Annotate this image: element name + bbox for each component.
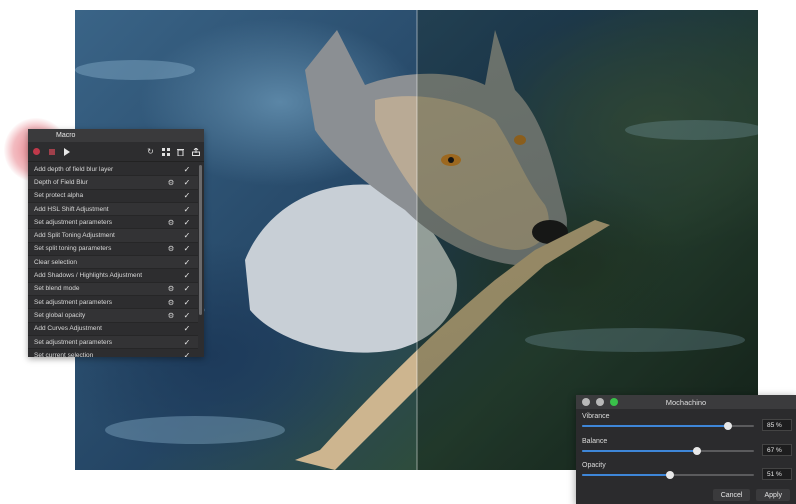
macro-titlebar: Macro — [28, 129, 204, 142]
macro-title: Macro — [56, 132, 76, 139]
macro-step-label: Set protect alpha — [34, 192, 84, 200]
opacity-label: Opacity — [582, 462, 606, 469]
macro-step-label: Set blend mode — [34, 285, 80, 293]
macro-step-row[interactable]: Add Shadows / Highlights Adjustment ✓ — [28, 269, 198, 283]
checkmark-icon[interactable]: ✓ — [182, 284, 192, 293]
vibrance-value-field[interactable]: 85 % — [762, 419, 792, 431]
checkmark-icon[interactable]: ✓ — [182, 271, 192, 280]
checkmark-icon[interactable]: ✓ — [182, 218, 192, 227]
checkmark-icon[interactable]: ✓ — [182, 351, 192, 357]
balance-slider-knob[interactable] — [693, 447, 702, 455]
checkmark-icon[interactable]: ✓ — [182, 338, 192, 347]
trash-icon[interactable] — [176, 147, 185, 156]
balance-slider[interactable] — [582, 447, 754, 455]
macro-step-label: Set adjustment parameters — [34, 218, 113, 226]
opacity-control: Opacity 51 % — [582, 462, 792, 480]
macro-step-row[interactable]: Set protect alpha ✓ — [28, 190, 198, 203]
macro-step-row[interactable]: Clear selection ✓ — [28, 256, 198, 270]
opacity-slider[interactable] — [582, 471, 754, 479]
macro-step-label: Add Split Toning Adjustment — [34, 232, 115, 240]
macro-step-row[interactable]: Set adjustment parameters ⚙ ✓ — [28, 216, 198, 230]
macro-step-label: Clear selection — [34, 258, 77, 266]
gear-icon[interactable]: ⚙ — [166, 218, 176, 227]
opacity-value-field[interactable]: 51 % — [762, 468, 792, 480]
vibrance-slider[interactable] — [582, 422, 754, 430]
macro-step-label: Depth of Field Blur — [34, 178, 88, 186]
macro-step-list: Add depth of field blur layer ✓ Depth of F… — [28, 163, 198, 357]
gear-icon[interactable]: ⚙ — [166, 284, 176, 293]
gear-icon[interactable]: ⚙ — [166, 244, 176, 253]
balance-label: Balance — [582, 438, 608, 445]
checkmark-icon[interactable]: ✓ — [182, 311, 192, 320]
macro-step-label: Add Curves Adjustment — [34, 325, 102, 333]
macro-step-row[interactable]: Add Curves Adjustment ✓ — [28, 323, 198, 336]
mochachino-titlebar: Mochachino — [576, 395, 796, 409]
macro-step-row[interactable]: Set adjustment parameters ✓ — [28, 335, 198, 350]
checkmark-icon[interactable]: ✓ — [182, 178, 192, 187]
gear-icon[interactable]: ⚙ — [166, 298, 176, 307]
mochachino-title: Mochachino — [665, 397, 707, 407]
zoom-window-icon[interactable] — [610, 398, 618, 406]
checkmark-icon[interactable]: ✓ — [182, 244, 192, 253]
export-icon[interactable] — [191, 147, 200, 156]
balance-value-field[interactable]: 67 % — [762, 444, 792, 456]
macro-step-row[interactable]: Add HSL Shift Adjustment ✓ — [28, 202, 198, 217]
macro-step-row[interactable]: Set adjustment parameters ⚙ ✓ — [28, 296, 198, 310]
gear-icon[interactable]: ⚙ — [166, 178, 176, 187]
macro-step-row[interactable]: Depth of Field Blur ⚙ ✓ — [28, 176, 198, 190]
before-after-divider[interactable] — [416, 10, 418, 470]
macro-step-row[interactable]: Set split toning parameters ⚙ ✓ — [28, 243, 198, 257]
checkmark-icon[interactable]: ✓ — [182, 165, 192, 174]
mochachino-panel: Mochachino Vibrance 85 % Balance 67 % Op… — [576, 395, 796, 504]
balance-control: Balance 67 % — [582, 438, 792, 456]
macro-step-label: Set split toning parameters — [34, 245, 112, 253]
record-icon[interactable] — [32, 147, 41, 156]
opacity-slider-knob[interactable] — [665, 471, 674, 479]
macro-step-row[interactable]: Set blend mode ⚙ ✓ — [28, 282, 198, 296]
checkmark-icon[interactable]: ✓ — [182, 191, 192, 200]
macro-step-label: Add Shadows / Highlights Adjustment — [34, 272, 143, 280]
vibrance-label: Vibrance — [582, 413, 610, 420]
vibrance-control: Vibrance 85 % — [582, 413, 792, 431]
close-window-icon[interactable] — [582, 398, 590, 406]
minimize-window-icon[interactable] — [596, 398, 604, 406]
checkmark-icon[interactable]: ✓ — [182, 298, 192, 307]
checkmark-icon[interactable]: ✓ — [182, 231, 192, 240]
gear-icon[interactable]: ⚙ — [166, 311, 176, 320]
macro-step-row[interactable]: Add depth of field blur layer ✓ — [28, 163, 198, 177]
macro-step-label: Set global opacity — [34, 311, 86, 319]
macro-scrollbar[interactable] — [199, 165, 202, 315]
cancel-button[interactable]: Cancel — [712, 489, 751, 501]
play-icon[interactable] — [62, 147, 71, 156]
vibrance-slider-knob[interactable] — [724, 422, 733, 430]
checkmark-icon[interactable]: ✓ — [182, 205, 192, 214]
macro-step-label: Add depth of field blur layer — [34, 165, 114, 173]
library-icon[interactable] — [161, 147, 170, 156]
macro-step-row[interactable]: Add Split Toning Adjustment ✓ — [28, 229, 198, 243]
macro-step-row[interactable]: Set global opacity ⚙ ✓ — [28, 309, 198, 323]
checkmark-icon[interactable]: ✓ — [182, 324, 192, 333]
reset-icon[interactable]: ↻ — [146, 147, 155, 156]
stop-icon[interactable] — [47, 147, 56, 156]
macro-panel: Macro ↻ Add depth of field blur layer ✓ De… — [28, 129, 204, 357]
macro-toolbar: ↻ — [28, 142, 204, 162]
macro-step-label: Set adjustment parameters — [34, 298, 113, 306]
macro-step-row[interactable]: Set current selection ✓ — [28, 349, 198, 357]
macro-step-label: Set adjustment parameters — [34, 338, 113, 346]
macro-step-label: Add HSL Shift Adjustment — [34, 205, 109, 213]
macro-step-label: Set current selection — [34, 351, 94, 357]
apply-button[interactable]: Apply — [756, 489, 790, 501]
checkmark-icon[interactable]: ✓ — [182, 258, 192, 267]
